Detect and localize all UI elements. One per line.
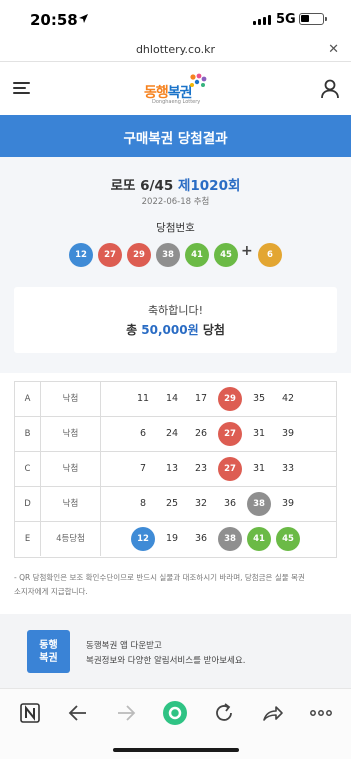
matched-number-ball: 38 [218,527,242,551]
prize-text: 총 50,000원 당첨 [126,323,225,337]
congrats-text: 축하합니다! [147,304,203,317]
status-bar: 20:58 5G [0,0,351,40]
matched-number-ball: 41 [247,527,271,551]
ticket-row-status: 낙첨 [41,452,101,486]
site-header: 동행복권 Donghaeng Lottery [0,63,351,115]
refresh-icon[interactable] [212,701,236,725]
app-logo-icon: 동행 복권 [27,630,70,673]
ticket-number: 24 [165,428,179,439]
ticket-number: 35 [252,393,266,404]
ticket-row-letter: C [15,452,41,486]
draw-round: 제1020회 [177,178,241,194]
game-name: 로또 6/45 [110,178,174,194]
ticket-row-letter: A [15,382,41,416]
matched-number-ball: 38 [247,492,271,516]
bonus-ball: 6 [258,243,282,267]
ticket-number: 31 [252,428,266,439]
network-type: 5G [276,12,296,27]
ticket-number: 6 [139,428,147,439]
winning-ball: 45 [214,243,238,267]
ticket-row: D 낙첨 8 25 32 36 38 39 [15,487,336,522]
ticket-number: 14 [165,393,179,404]
ticket-row: E 4등당첨 12 19 36 38 41 45 [15,522,336,557]
matched-number-ball: 29 [218,387,242,411]
ticket-number: 19 [165,533,179,544]
prize-amount: 50,000원 [141,323,199,337]
ticket-number: 11 [136,393,150,404]
winning-ball: 41 [185,243,209,267]
promo-text-1: 동행복권 앱 다운받고 [86,641,162,651]
ticket-row-status: 낙첨 [41,417,101,451]
ticket-number: 26 [194,428,208,439]
logo-subtitle: Donghaeng Lottery [152,99,201,105]
ticket-number: 32 [194,498,208,509]
matched-number-ball: 45 [276,527,300,551]
ticket-row-letter: D [15,487,41,521]
ticket-row-letter: E [15,522,41,556]
user-icon[interactable] [321,79,339,99]
page-title: 구매복권 당첨결과 [123,131,228,147]
ticket-number: 39 [281,428,295,439]
winning-ball: 12 [69,243,93,267]
url-text[interactable]: dhlottery.co.kr [0,43,351,56]
home-indicator [113,748,239,752]
home-icon[interactable] [162,700,188,726]
draw-title: 로또 6/45 제1020회 [0,174,351,194]
ticket-row-status: 낙첨 [41,487,101,521]
battery-icon [299,13,327,25]
close-icon[interactable]: ✕ [328,42,339,57]
naver-icon[interactable] [18,701,42,725]
ticket-number: 8 [139,498,147,509]
matched-number-ball: 27 [218,422,242,446]
ticket-number: 36 [194,533,208,544]
cellular-signal-icon [253,14,271,25]
winning-numbers-label: 당첨번호 [156,222,195,234]
ticket-number: 33 [281,463,295,474]
back-icon[interactable] [66,701,90,725]
winning-ball: 27 [98,243,122,267]
matched-number-ball: 12 [131,527,155,551]
ticket-number: 42 [281,393,295,404]
ticket-number: 17 [194,393,208,404]
ticket-row: A 낙첨 11 14 17 29 35 42 [15,382,336,417]
app-promo-banner[interactable]: 동행 복권 동행복권 앱 다운받고 복권정보와 다양한 알림서비스를 받아보세요… [0,614,351,688]
matched-number-ball: 27 [218,457,242,481]
forward-icon[interactable] [114,701,138,725]
ticket-row: B 낙첨 6 24 26 27 31 39 [15,417,336,452]
promo-text-2: 복권정보와 다양한 알림서비스를 받아보세요. [86,656,246,666]
ticket-row-status: 4등당첨 [41,522,101,556]
draw-info-panel: 로또 6/45 제1020회 2022-06-18 추첨 당첨번호 12 27 … [0,157,351,373]
ticket-number: 39 [281,498,295,509]
ticket-row-status: 낙첨 [41,382,101,416]
browser-toolbar [0,688,351,759]
plus-sign: + [241,243,253,259]
draw-date: 2022-06-18 추첨 [141,197,210,207]
ticket-table: A 낙첨 11 14 17 29 35 42 B 낙첨 6 24 26 27 31 39 C 낙첨 7 13 23 27 3… [14,381,337,558]
ticket-number: 36 [223,498,237,509]
more-icon[interactable] [309,701,333,725]
share-icon[interactable] [261,701,285,725]
location-arrow-icon [79,14,88,23]
address-bar[interactable]: dhlottery.co.kr ✕ [0,40,351,62]
winning-ball: 38 [156,243,180,267]
site-logo[interactable]: 동행복권 Donghaeng Lottery [144,73,210,107]
ticket-number: 13 [165,463,179,474]
hamburger-menu-icon[interactable] [13,82,30,95]
qr-notice: - QR 당첨확인은 보조 확인수단이므로 반드시 실물과 대조하시기 바라며,… [14,573,305,596]
ticket-number: 25 [165,498,179,509]
result-card: 축하합니다! 총 50,000원 당첨 [14,287,337,353]
ticket-number: 31 [252,463,266,474]
ticket-number: 23 [194,463,208,474]
ticket-row-letter: B [15,417,41,451]
title-banner: 구매복권 당첨결과 [0,115,351,157]
logo-mark-icon [190,73,207,87]
ticket-number: 7 [139,463,147,474]
ticket-row: C 낙첨 7 13 23 27 31 33 [15,452,336,487]
winning-ball: 29 [127,243,151,267]
status-time: 20:58 [30,11,78,29]
